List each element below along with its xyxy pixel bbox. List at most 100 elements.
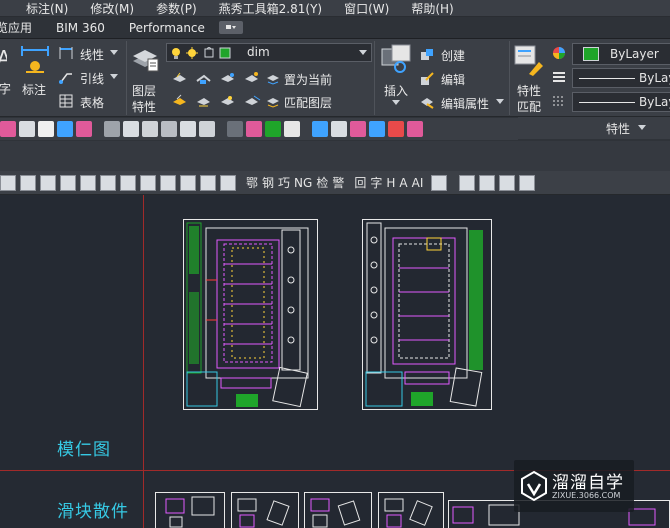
create-label[interactable]: 创建 bbox=[441, 47, 465, 64]
create-block-icon[interactable] bbox=[420, 48, 434, 62]
yx-tool-15[interactable] bbox=[479, 174, 496, 191]
match-properties-label-1[interactable]: 特性 bbox=[517, 82, 541, 99]
layer-properties-label-1[interactable]: 图层 bbox=[132, 82, 156, 99]
yx-tool-h[interactable]: H bbox=[386, 176, 395, 190]
tab-overflow-button[interactable] bbox=[218, 21, 243, 34]
tool-icon-6[interactable] bbox=[104, 121, 120, 137]
yx-tool-16[interactable] bbox=[499, 174, 516, 191]
layer-properties-label-2[interactable]: 特性 bbox=[132, 98, 156, 115]
drawing-sheet-2[interactable] bbox=[362, 219, 492, 410]
yx-tool-11[interactable] bbox=[200, 174, 216, 191]
slider-sheet-2[interactable] bbox=[231, 492, 299, 528]
tool-icon-3[interactable] bbox=[38, 121, 54, 137]
yx-tool-8[interactable] bbox=[140, 174, 156, 191]
match-properties-label-2[interactable]: 匹配 bbox=[517, 98, 541, 115]
tool-icon-14[interactable] bbox=[265, 121, 281, 137]
tool-icon-21[interactable] bbox=[407, 121, 423, 137]
menu-help[interactable]: 帮助(H) bbox=[411, 0, 453, 17]
annotate-label[interactable]: 标注 bbox=[22, 81, 46, 98]
dimension-icon[interactable] bbox=[20, 44, 50, 76]
linear-dim-icon[interactable] bbox=[59, 46, 73, 60]
edit-attribute-icon[interactable] bbox=[420, 95, 434, 109]
tool-icon-2[interactable] bbox=[19, 121, 35, 137]
lineweight-dropdown[interactable]: ByLay bbox=[572, 92, 670, 112]
match-layer-icon[interactable] bbox=[266, 94, 280, 108]
yx-tool-hui[interactable]: 回 bbox=[354, 174, 366, 191]
linear-dropdown-icon[interactable] bbox=[110, 50, 118, 56]
match-layer-label[interactable]: 匹配图层 bbox=[284, 94, 332, 111]
tool-icon-18[interactable] bbox=[350, 121, 366, 137]
yx-tool-7[interactable] bbox=[120, 174, 136, 191]
tool-icon-19[interactable] bbox=[369, 121, 385, 137]
tool-icon-20[interactable] bbox=[388, 121, 404, 137]
layer-tools-row1[interactable] bbox=[172, 71, 262, 85]
yx-tool-ai[interactable]: AI bbox=[412, 176, 424, 190]
table-icon[interactable] bbox=[59, 94, 73, 108]
yx-tool-13[interactable] bbox=[431, 174, 448, 191]
tool-icon-16[interactable] bbox=[312, 121, 328, 137]
tab-bim360[interactable]: BIM 360 bbox=[44, 21, 117, 35]
leader-icon[interactable] bbox=[59, 70, 73, 84]
layer-dropdown[interactable]: dim bbox=[166, 43, 372, 62]
tool-icon-5[interactable] bbox=[76, 121, 92, 137]
tab-performance[interactable]: Performance bbox=[117, 21, 217, 35]
yx-tool-gang[interactable]: 钢 bbox=[262, 174, 274, 191]
tool-icon-13[interactable] bbox=[246, 121, 262, 137]
tool-icon-8[interactable] bbox=[142, 121, 158, 137]
lineweight-icon[interactable] bbox=[552, 94, 566, 108]
tool-icon-10[interactable] bbox=[180, 121, 196, 137]
tool-icon-1[interactable] bbox=[0, 121, 16, 137]
layer-properties-icon[interactable] bbox=[130, 45, 160, 73]
yx-tool-a[interactable]: A bbox=[399, 176, 407, 190]
menu-dimension[interactable]: 标注(N) bbox=[26, 0, 68, 17]
color-dropdown[interactable]: ByLayer bbox=[572, 43, 670, 65]
edit-label[interactable]: 编辑 bbox=[441, 71, 465, 88]
tool-icon-11[interactable] bbox=[199, 121, 215, 137]
yx-tool-17[interactable] bbox=[519, 174, 536, 191]
set-current-label[interactable]: 置为当前 bbox=[284, 71, 332, 88]
yx-tool-jing[interactable]: 警 bbox=[332, 174, 344, 191]
insert-block-icon[interactable] bbox=[380, 43, 412, 75]
leader-label[interactable]: 引线 bbox=[80, 70, 104, 87]
tool-icon-9[interactable] bbox=[161, 121, 177, 137]
menu-modify[interactable]: 修改(M) bbox=[90, 0, 134, 17]
yx-tool-14[interactable] bbox=[459, 174, 476, 191]
yx-tool-6[interactable] bbox=[100, 174, 116, 191]
properties-panel-header[interactable]: 特性 bbox=[518, 117, 670, 139]
slider-sheet-4[interactable] bbox=[378, 492, 444, 528]
yx-tool-3[interactable] bbox=[40, 174, 56, 191]
slider-sheet-1[interactable] bbox=[155, 492, 225, 528]
edit-attribute-label[interactable]: 编辑属性 bbox=[441, 95, 489, 112]
layer-tools-row2[interactable] bbox=[172, 94, 262, 108]
yx-tool-4[interactable] bbox=[60, 174, 76, 191]
insert-dropdown-icon[interactable] bbox=[392, 100, 400, 106]
yx-tool-ng[interactable]: NG bbox=[294, 176, 312, 190]
tab-featured-apps[interactable]: 览应用 bbox=[0, 19, 44, 36]
tool-icon-17[interactable] bbox=[331, 121, 347, 137]
linetype-icon[interactable] bbox=[552, 70, 566, 84]
yx-tool-qiao[interactable]: 巧 bbox=[278, 174, 290, 191]
text-a-icon[interactable]: A bbox=[0, 45, 7, 69]
match-properties-icon[interactable] bbox=[513, 44, 545, 78]
tool-icon-7[interactable] bbox=[123, 121, 139, 137]
yx-tool-5[interactable] bbox=[80, 174, 96, 191]
yx-tool-e[interactable]: 鄂 bbox=[246, 174, 258, 191]
edit-block-icon[interactable] bbox=[420, 72, 434, 86]
yx-tool-2[interactable] bbox=[20, 174, 36, 191]
menu-window[interactable]: 窗口(W) bbox=[344, 0, 389, 17]
menu-parameters[interactable]: 参数(P) bbox=[156, 0, 197, 17]
leader-dropdown-icon[interactable] bbox=[110, 74, 118, 80]
linetype-dropdown[interactable]: ByLay bbox=[572, 68, 670, 88]
insert-label[interactable]: 插入 bbox=[384, 82, 408, 99]
yx-tool-10[interactable] bbox=[180, 174, 196, 191]
linear-label[interactable]: 线性 bbox=[80, 46, 104, 63]
tool-icon-12[interactable] bbox=[227, 121, 243, 137]
yx-tool-12[interactable] bbox=[220, 174, 236, 191]
drawing-sheet-1[interactable] bbox=[183, 219, 318, 410]
tool-icon-4[interactable] bbox=[57, 121, 73, 137]
color-wheel-icon[interactable] bbox=[552, 46, 566, 60]
set-current-icon[interactable] bbox=[266, 71, 280, 85]
yx-tool-zi[interactable]: 字 bbox=[370, 174, 382, 191]
edit-attribute-dropdown-icon[interactable] bbox=[496, 99, 504, 105]
yx-tool-1[interactable] bbox=[0, 174, 16, 191]
